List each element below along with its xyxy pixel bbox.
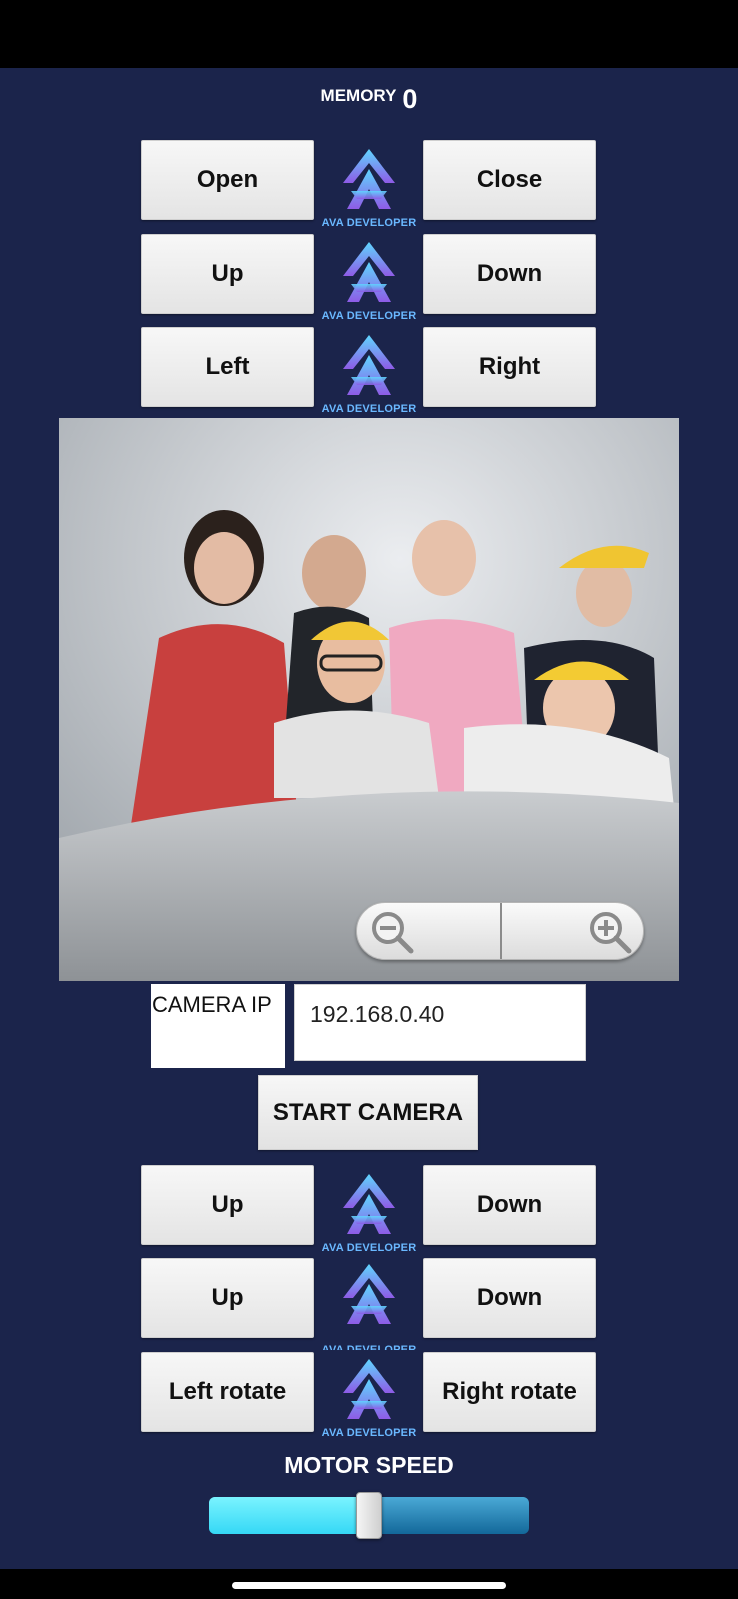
zoom-divider — [500, 903, 502, 959]
camera-ip-label: CAMERA IP — [151, 984, 285, 1068]
motor-speed-thumb[interactable] — [356, 1492, 382, 1539]
start-camera-button[interactable]: START CAMERA — [258, 1075, 478, 1150]
memory-display: MEMORY 0 — [0, 84, 738, 115]
close-button[interactable]: Close — [423, 140, 596, 220]
motor-speed-label: MOTOR SPEED — [284, 1452, 454, 1478]
ava-logo: AVA DEVELOPER — [321, 1172, 417, 1254]
ava-logo: AVA DEVELOPER — [321, 147, 417, 229]
navigation-bar — [0, 1569, 738, 1599]
down-button-2[interactable]: Down — [423, 1165, 596, 1245]
ava-logo-icon — [343, 1264, 395, 1324]
ava-logo: AVA DEVELOPER — [321, 1357, 417, 1439]
right-rotate-button[interactable]: Right rotate — [423, 1352, 596, 1432]
motor-speed-slider[interactable] — [209, 1492, 529, 1539]
open-button[interactable]: Open — [141, 140, 314, 220]
down-button[interactable]: Down — [423, 234, 596, 314]
ava-logo-text: AVA DEVELOPER — [321, 403, 417, 415]
status-bar — [0, 0, 738, 68]
ava-logo-text: AVA DEVELOPER — [321, 1427, 417, 1439]
up-button-3[interactable]: Up — [141, 1258, 314, 1338]
zoom-in-icon[interactable] — [587, 909, 633, 955]
ava-logo-icon — [343, 335, 395, 395]
zoom-out-icon[interactable] — [369, 909, 415, 955]
down-button-3[interactable]: Down — [423, 1258, 596, 1338]
right-button[interactable]: Right — [423, 327, 596, 407]
ava-logo-icon — [343, 1174, 395, 1234]
ava-logo-icon — [343, 1359, 395, 1419]
memory-value: 0 — [402, 84, 418, 114]
camera-ip-input[interactable]: 192.168.0.40 — [294, 984, 586, 1061]
memory-label: MEMORY — [320, 86, 397, 105]
up-button-2[interactable]: Up — [141, 1165, 314, 1245]
motor-speed-fill — [209, 1497, 369, 1534]
ava-logo: AVA DEVELOPER — [321, 1262, 417, 1350]
ava-logo-text: AVA DEVELOPER — [321, 1344, 417, 1350]
ava-logo-text: AVA DEVELOPER — [321, 310, 417, 322]
zoom-control — [356, 902, 644, 960]
ava-logo: AVA DEVELOPER — [321, 240, 417, 322]
left-rotate-button[interactable]: Left rotate — [141, 1352, 314, 1432]
camera-photo — [59, 418, 679, 981]
left-button[interactable]: Left — [141, 327, 314, 407]
home-indicator[interactable] — [232, 1582, 506, 1589]
ava-logo-text: AVA DEVELOPER — [321, 217, 417, 229]
ava-logo-icon — [343, 149, 395, 209]
camera-view — [59, 418, 679, 981]
ava-logo: AVA DEVELOPER — [321, 333, 417, 415]
ava-logo-text: AVA DEVELOPER — [321, 1242, 417, 1254]
ava-logo-icon — [343, 242, 395, 302]
up-button[interactable]: Up — [141, 234, 314, 314]
